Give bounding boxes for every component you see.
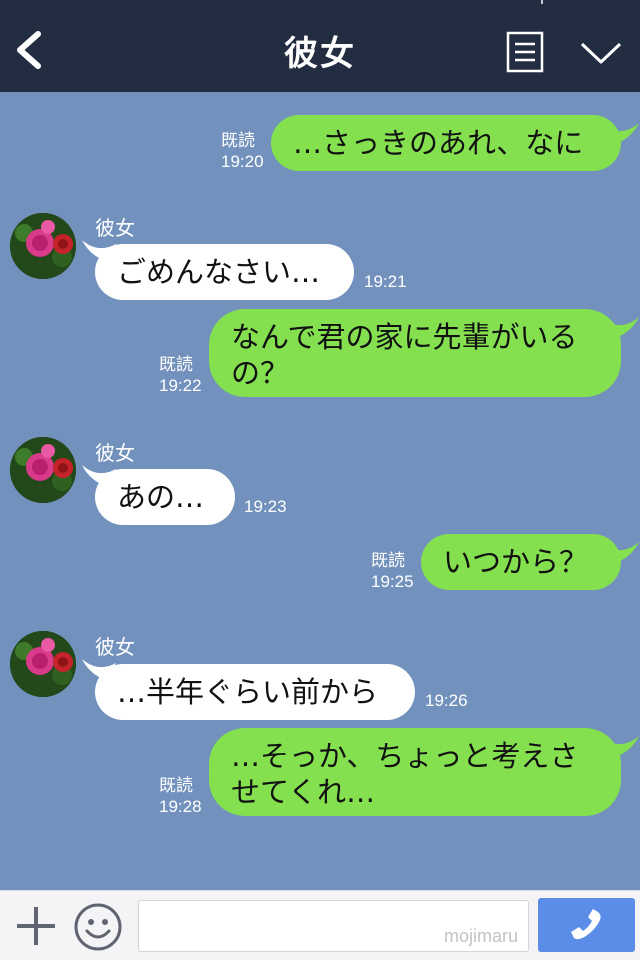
sender-name: 彼女 [95,216,135,240]
attach-button[interactable] [15,905,57,947]
menu-button[interactable] [506,31,544,73]
rose-avatar-image [10,213,76,279]
timestamp: 19:28 [159,797,202,816]
read-receipt: 既読 [159,355,193,374]
received-message[interactable]: …半年ぐらい前から [95,664,415,720]
bubble-tail [605,736,639,758]
timestamp: 19:20 [221,152,264,171]
message-meta: 既読 19:25 [371,550,414,592]
sender-name: 彼女 [95,635,135,659]
avatar[interactable] [10,631,76,697]
bubble-tail [605,317,639,339]
bubble-tail [605,542,639,564]
message-text: …半年ぐらい前から [117,675,379,709]
sent-message[interactable]: …そっか、ちょっと考えさせてくれ… [209,728,621,816]
input-bar: mojimaru [0,890,640,960]
read-receipt: 既読 [371,551,405,570]
bubble-tail [605,123,639,145]
message-text: …そっか、ちょっと考えさせてくれ… [231,739,579,809]
chat-title: 彼女 [284,34,356,74]
list-icon [506,31,544,73]
smiley-icon [74,903,122,951]
status-line [541,0,543,4]
message-text: ごめんなさい… [117,255,321,289]
message-input[interactable]: mojimaru [138,900,529,952]
sent-message[interactable]: なんで君の家に先輩がいるの？ [209,309,621,397]
expand-button[interactable] [578,38,624,68]
chat-header: 彼女 [0,0,640,92]
rose-avatar-image [10,437,76,503]
message-list[interactable]: 既読 19:20 …さっきのあれ、なに 彼女 ごめんなさい… 19:21 既読 … [0,92,640,890]
plus-icon [17,907,55,945]
sent-message[interactable]: …さっきのあれ、なに [271,115,621,171]
emoji-button[interactable] [73,902,123,952]
rose-avatar-image [10,631,76,697]
phone-icon [571,909,601,940]
read-receipt: 既読 [159,776,193,795]
timestamp: 19:25 [371,572,414,591]
message-text: いつから？ [443,545,589,579]
timestamp: 19:23 [244,497,287,516]
watermark-text: mojimaru [443,926,518,946]
received-message[interactable]: ごめんなさい… [95,244,354,300]
avatar[interactable] [10,213,76,279]
sender-name: 彼女 [95,441,135,465]
message-meta: 既読 19:20 [221,130,264,172]
timestamp: 19:26 [425,691,468,710]
read-receipt: 既読 [221,131,255,150]
sent-message[interactable]: いつから？ [421,534,621,590]
avatar[interactable] [10,437,76,503]
call-button[interactable] [538,898,635,952]
message-meta: 既読 19:22 [159,354,202,396]
message-text: なんで君の家に先輩がいるの？ [231,320,578,390]
timestamp: 19:21 [364,272,407,291]
message-text: あの… [117,480,205,514]
message-text: …さっきのあれ、なに [293,126,584,160]
message-meta: 既読 19:28 [159,775,202,817]
timestamp: 19:22 [159,376,202,395]
chevron-down-icon [580,42,622,64]
received-message[interactable]: あの… [95,469,235,525]
